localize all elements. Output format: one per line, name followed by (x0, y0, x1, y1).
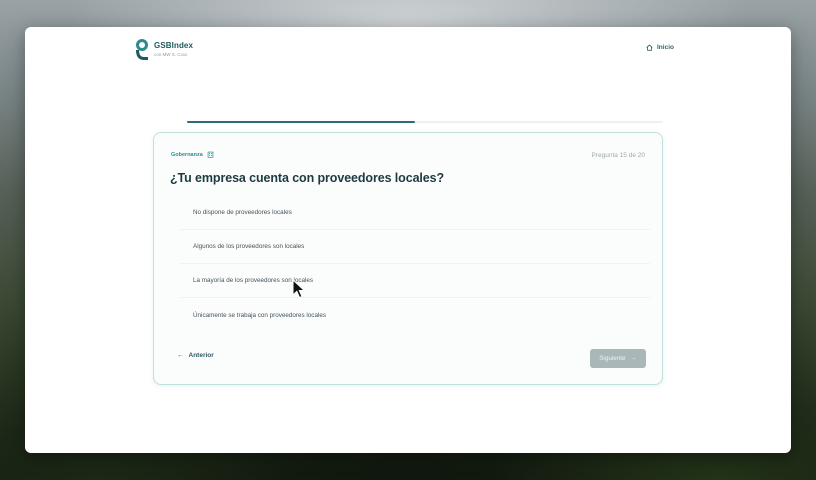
home-label: Inicio (657, 44, 674, 51)
logo[interactable]: GSBIndex con MW S. Cxxx (135, 38, 193, 62)
answer-option[interactable]: La mayoría de los proveedores son locale… (180, 264, 650, 298)
answer-options: No dispone de proveedores locales Alguno… (180, 196, 650, 332)
previous-label: Anterior (188, 352, 214, 359)
question-counter: Pregunta 15 de 20 (591, 152, 646, 159)
answer-option[interactable]: No dispone de proveedores locales (180, 196, 650, 230)
next-label: Siguiente (599, 355, 626, 362)
question-category: Gobernanza (171, 151, 214, 158)
brand-name: GSBIndex (154, 41, 194, 51)
home-icon (646, 44, 653, 51)
top-bar: GSBIndex con MW S. Cxxx Inicio (25, 27, 791, 77)
arrow-left-icon: ← (177, 352, 184, 359)
next-button[interactable]: Siguiente → (590, 349, 646, 368)
app-window: GSBIndex con MW S. Cxxx Inicio Gobernanz… (25, 27, 791, 453)
progress-bar (187, 121, 663, 123)
mouse-cursor-icon (292, 279, 306, 299)
previous-button[interactable]: ← Anterior (177, 352, 214, 359)
progress-fill (187, 121, 416, 123)
home-link[interactable]: Inicio (646, 44, 674, 51)
question-title: ¿Tu empresa cuenta con proveedores local… (170, 171, 445, 185)
building-icon (207, 151, 214, 158)
brand-subtitle: con MW S. Cxxx (154, 52, 188, 58)
arrow-right-icon: → (630, 355, 637, 362)
answer-option[interactable]: Únicamente se trabaja con proveedores lo… (180, 298, 650, 332)
category-label: Gobernanza (171, 151, 203, 158)
answer-option[interactable]: Algunos de los proveedores son locales (180, 230, 650, 264)
logo-mark-icon (136, 39, 148, 60)
question-card: Gobernanza Pregunta 15 de 20 ¿Tu empresa… (153, 132, 663, 385)
